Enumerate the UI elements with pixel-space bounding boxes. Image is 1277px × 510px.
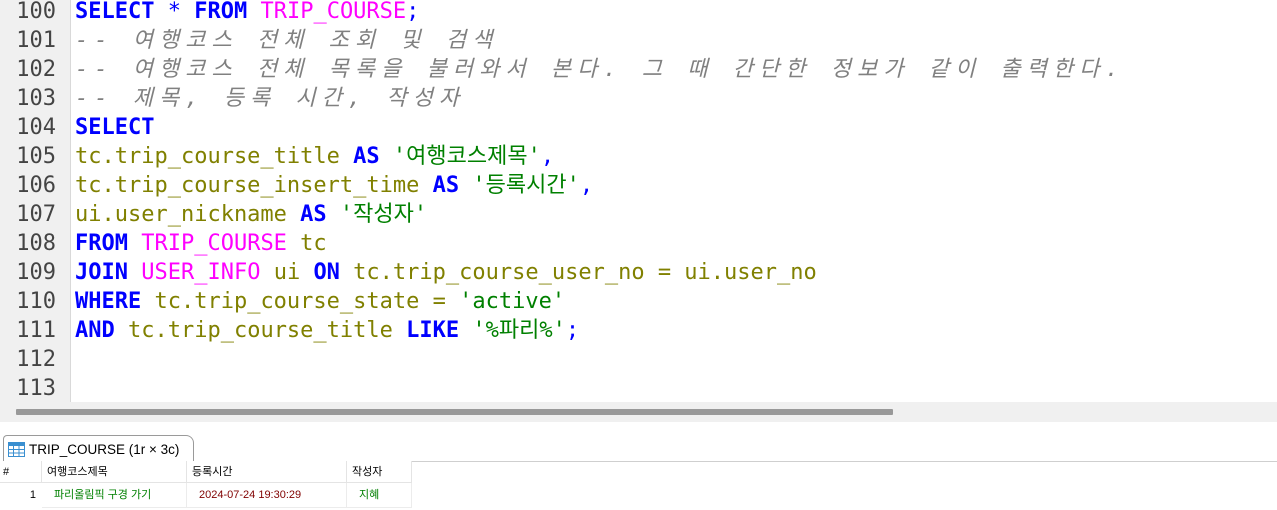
- code-token: '%파리%': [472, 318, 566, 343]
- scrollbar-thumb[interactable]: [16, 409, 893, 415]
- code-line[interactable]: AND tc.trip_course_title LIKE '%파리%';: [75, 316, 579, 345]
- line-number: 106: [16, 173, 56, 198]
- code-token: ;: [565, 318, 580, 343]
- cell-time[interactable]: 2024-07-24 19:30:29: [187, 483, 347, 508]
- code-token: AS: [432, 173, 460, 198]
- code-token: AND: [75, 318, 115, 343]
- line-number: 113: [16, 376, 56, 401]
- code-token: '여행코스제목': [392, 144, 541, 169]
- line-number: 103: [16, 86, 56, 111]
- code-token: FROM: [194, 0, 248, 24]
- code-line[interactable]: tc.trip_course_insert_time AS '등록시간',: [75, 171, 593, 200]
- code-line[interactable]: SELECT: [75, 113, 154, 142]
- code-token: 'active': [459, 289, 566, 314]
- code-token: tc: [286, 231, 327, 256]
- code-token: tc.trip_course_user_no = ui.user_no: [339, 260, 817, 285]
- line-number: 105: [16, 144, 56, 169]
- code-line[interactable]: SELECT * FROM TRIP_COURSE;: [75, 0, 419, 26]
- line-number: 110: [16, 289, 56, 314]
- code-line[interactable]: -- 제목, 등록 시간, 작성자: [75, 84, 465, 113]
- results-tab-bar: TRIP_COURSE (1r × 3c): [0, 425, 1277, 462]
- line-number: 112: [16, 347, 56, 372]
- code-token: tc.trip_course_insert_time: [75, 173, 433, 198]
- results-tab[interactable]: TRIP_COURSE (1r × 3c): [3, 435, 195, 462]
- line-number: 111: [16, 318, 56, 343]
- cell-title[interactable]: 파리올림픽 구경 가기: [42, 483, 187, 508]
- code-token: -- 제목, 등록 시간, 작성자: [75, 86, 466, 111]
- code-token: tc.trip_course_title: [75, 144, 354, 169]
- code-line[interactable]: -- 여행코스 전체 조회 및 검색: [75, 26, 498, 55]
- column-header-author[interactable]: 작성자: [347, 461, 412, 483]
- code-token: FROM: [75, 231, 128, 256]
- code-token: tc.trip_course_state =: [141, 289, 460, 314]
- code-token: ui.user_nickname: [75, 202, 301, 227]
- results-tab-label: TRIP_COURSE (1r × 3c): [29, 441, 180, 457]
- code-token: TRIP_COURSE: [141, 231, 287, 256]
- code-token: ;: [406, 0, 420, 24]
- table-grid-icon: [8, 441, 25, 457]
- code-token: AS: [300, 202, 327, 227]
- code-token: JOIN: [75, 260, 128, 285]
- line-number: 100: [16, 0, 56, 24]
- code-token: TRIP_COURSE: [260, 0, 407, 24]
- line-number: 104: [16, 115, 56, 140]
- code-token: '등록시간': [472, 173, 580, 198]
- line-number: 108: [16, 231, 56, 256]
- code-token: USER_INFO: [141, 260, 261, 285]
- code-token: '작성자': [339, 202, 428, 227]
- code-token: ,: [540, 144, 555, 169]
- sql-editor[interactable]: 100 SELECT * FROM TRIP_COURSE; 101 -- 여행코스 …: [0, 0, 1277, 402]
- code-line[interactable]: tc.trip_course_title AS '여행코스제목',: [75, 142, 554, 171]
- code-line[interactable]: ui.user_nickname AS '작성자': [75, 200, 427, 229]
- code-token: AS: [353, 144, 380, 169]
- results-grid[interactable]: # 여행코스제목 등록시간 작성자 1 파리올림픽 구경 가기 2024-07-…: [0, 461, 412, 510]
- line-number: 107: [16, 202, 56, 227]
- line-number: 109: [16, 260, 56, 285]
- code-token: WHERE: [75, 289, 142, 314]
- code-token: SELECT: [75, 115, 155, 140]
- code-line[interactable]: -- 여행코스 전체 목록을 불러와서 본다. 그 때 간단한 정보가 같이 출…: [75, 55, 1125, 84]
- code-token: SELECT: [75, 0, 155, 24]
- code-token: *: [167, 0, 181, 24]
- code-token: ui: [260, 260, 314, 285]
- code-line[interactable]: JOIN USER_INFO ui ON tc.trip_course_user…: [75, 258, 817, 287]
- code-token: -- 여행코스 전체 조회 및 검색: [75, 28, 499, 53]
- row-number: 1: [29, 489, 36, 501]
- horizontal-scrollbar[interactable]: [0, 402, 1277, 422]
- code-token: ON: [313, 260, 340, 285]
- line-number: 102: [16, 57, 56, 82]
- code-line[interactable]: WHERE tc.trip_course_state = 'active': [75, 287, 565, 316]
- code-token: -- 여행코스 전체 목록을 불러와서 본다. 그 때 간단한 정보가 같이 출…: [75, 57, 1125, 82]
- column-header-time[interactable]: 등록시간: [187, 461, 347, 483]
- code-token: LIKE: [406, 318, 460, 343]
- code-token: ,: [579, 173, 594, 198]
- cell-author[interactable]: 지혜: [347, 483, 412, 508]
- code-token: tc.trip_course_title: [114, 318, 407, 343]
- column-header-rownum[interactable]: #: [0, 461, 42, 483]
- line-number: 101: [16, 28, 56, 53]
- column-header-title[interactable]: 여행코스제목: [42, 461, 187, 483]
- code-line[interactable]: FROM TRIP_COURSE tc: [75, 229, 327, 258]
